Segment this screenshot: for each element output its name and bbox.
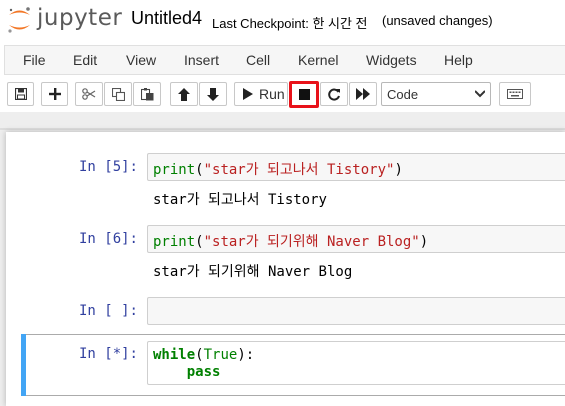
save-icon	[14, 88, 27, 100]
run-label: Run	[259, 86, 285, 102]
menu-bar: File Edit View Insert Cell Kernel Widget…	[4, 45, 565, 75]
code-input[interactable]: print("star가 되기위해 Naver Blog")	[147, 225, 565, 253]
menu-kernel[interactable]: Kernel	[298, 52, 338, 68]
code-line: print("star가 되기위해 Naver Blog")	[153, 234, 429, 250]
run-button[interactable]: Run	[234, 82, 288, 106]
menu-insert[interactable]: Insert	[184, 52, 219, 68]
menu-view[interactable]: View	[126, 52, 156, 68]
menu-widgets[interactable]: Widgets	[366, 52, 417, 68]
code-function: print	[153, 234, 196, 250]
input-prompt: In [6]:	[78, 231, 138, 247]
code-input[interactable]	[147, 297, 565, 325]
code-line: print("star가 되고나서 Tistory")	[153, 162, 403, 178]
toolbar: Run Code	[0, 76, 565, 112]
menu-cell[interactable]: Cell	[246, 52, 270, 68]
plus-icon	[48, 88, 61, 100]
cell-output: star가 되기위해 Naver Blog	[153, 264, 353, 280]
menu-file[interactable]: File	[23, 52, 46, 68]
jupyter-logo-icon[interactable]	[6, 6, 33, 34]
code-string: "star가 되고나서 Tistory"	[203, 162, 395, 178]
jupyter-brand[interactable]: jupyter	[37, 5, 122, 31]
autosave-status: (unsaved changes)	[382, 13, 493, 28]
restart-kernel-button[interactable]	[320, 82, 348, 106]
code-constant: True	[203, 347, 238, 363]
code-keyword: pass	[186, 364, 221, 380]
restart-run-all-button[interactable]	[349, 82, 377, 106]
move-down-button[interactable]	[199, 82, 227, 106]
input-prompt: In [*]:	[78, 346, 138, 362]
menu-edit[interactable]: Edit	[73, 52, 97, 68]
cell-type-select[interactable]: Code	[381, 82, 491, 106]
command-palette-button[interactable]	[499, 82, 531, 106]
move-up-button[interactable]	[170, 82, 198, 106]
last-checkpoint: Last Checkpoint: 한 시간 전	[212, 16, 368, 31]
save-button[interactable]	[7, 82, 34, 106]
insert-cell-button[interactable]	[41, 82, 68, 106]
code-input[interactable]: while(True): pass	[147, 341, 565, 385]
cell-output: star가 되고나서 Tistory	[153, 192, 327, 208]
notebook-title[interactable]: Untitled4	[131, 8, 202, 29]
stop-icon	[298, 89, 310, 100]
code-input[interactable]: print("star가 되고나서 Tistory")	[147, 153, 565, 181]
scissors-icon	[82, 88, 96, 100]
selected-cell-indicator	[21, 334, 26, 396]
arrow-down-icon	[207, 87, 219, 101]
header-divider	[0, 128, 565, 130]
chevron-down-icon	[475, 90, 485, 98]
arrow-up-icon	[178, 87, 190, 101]
paste-icon	[140, 87, 153, 100]
copy-icon	[111, 87, 125, 101]
cell-type-value: Code	[387, 87, 419, 102]
restart-icon	[327, 88, 340, 100]
menu-help[interactable]: Help	[444, 52, 473, 68]
input-prompt: In [ ]:	[78, 303, 138, 319]
play-icon	[243, 88, 253, 100]
code-string: "star가 되기위해 Naver Blog"	[203, 234, 420, 250]
interrupt-kernel-button[interactable]	[289, 81, 319, 108]
notebook-header: jupyter Untitled4 Last Checkpoint: 한 시간 …	[0, 0, 565, 42]
cut-button[interactable]	[75, 82, 103, 106]
code-line: pass	[153, 364, 221, 380]
code-line: while(True):	[153, 347, 255, 363]
keyboard-icon	[507, 89, 523, 99]
fast-forward-icon	[356, 88, 370, 100]
copy-button[interactable]	[104, 82, 132, 106]
code-function: print	[153, 162, 196, 178]
input-prompt: In [5]:	[78, 159, 138, 175]
paste-button[interactable]	[133, 82, 161, 106]
code-keyword: while	[153, 347, 196, 363]
